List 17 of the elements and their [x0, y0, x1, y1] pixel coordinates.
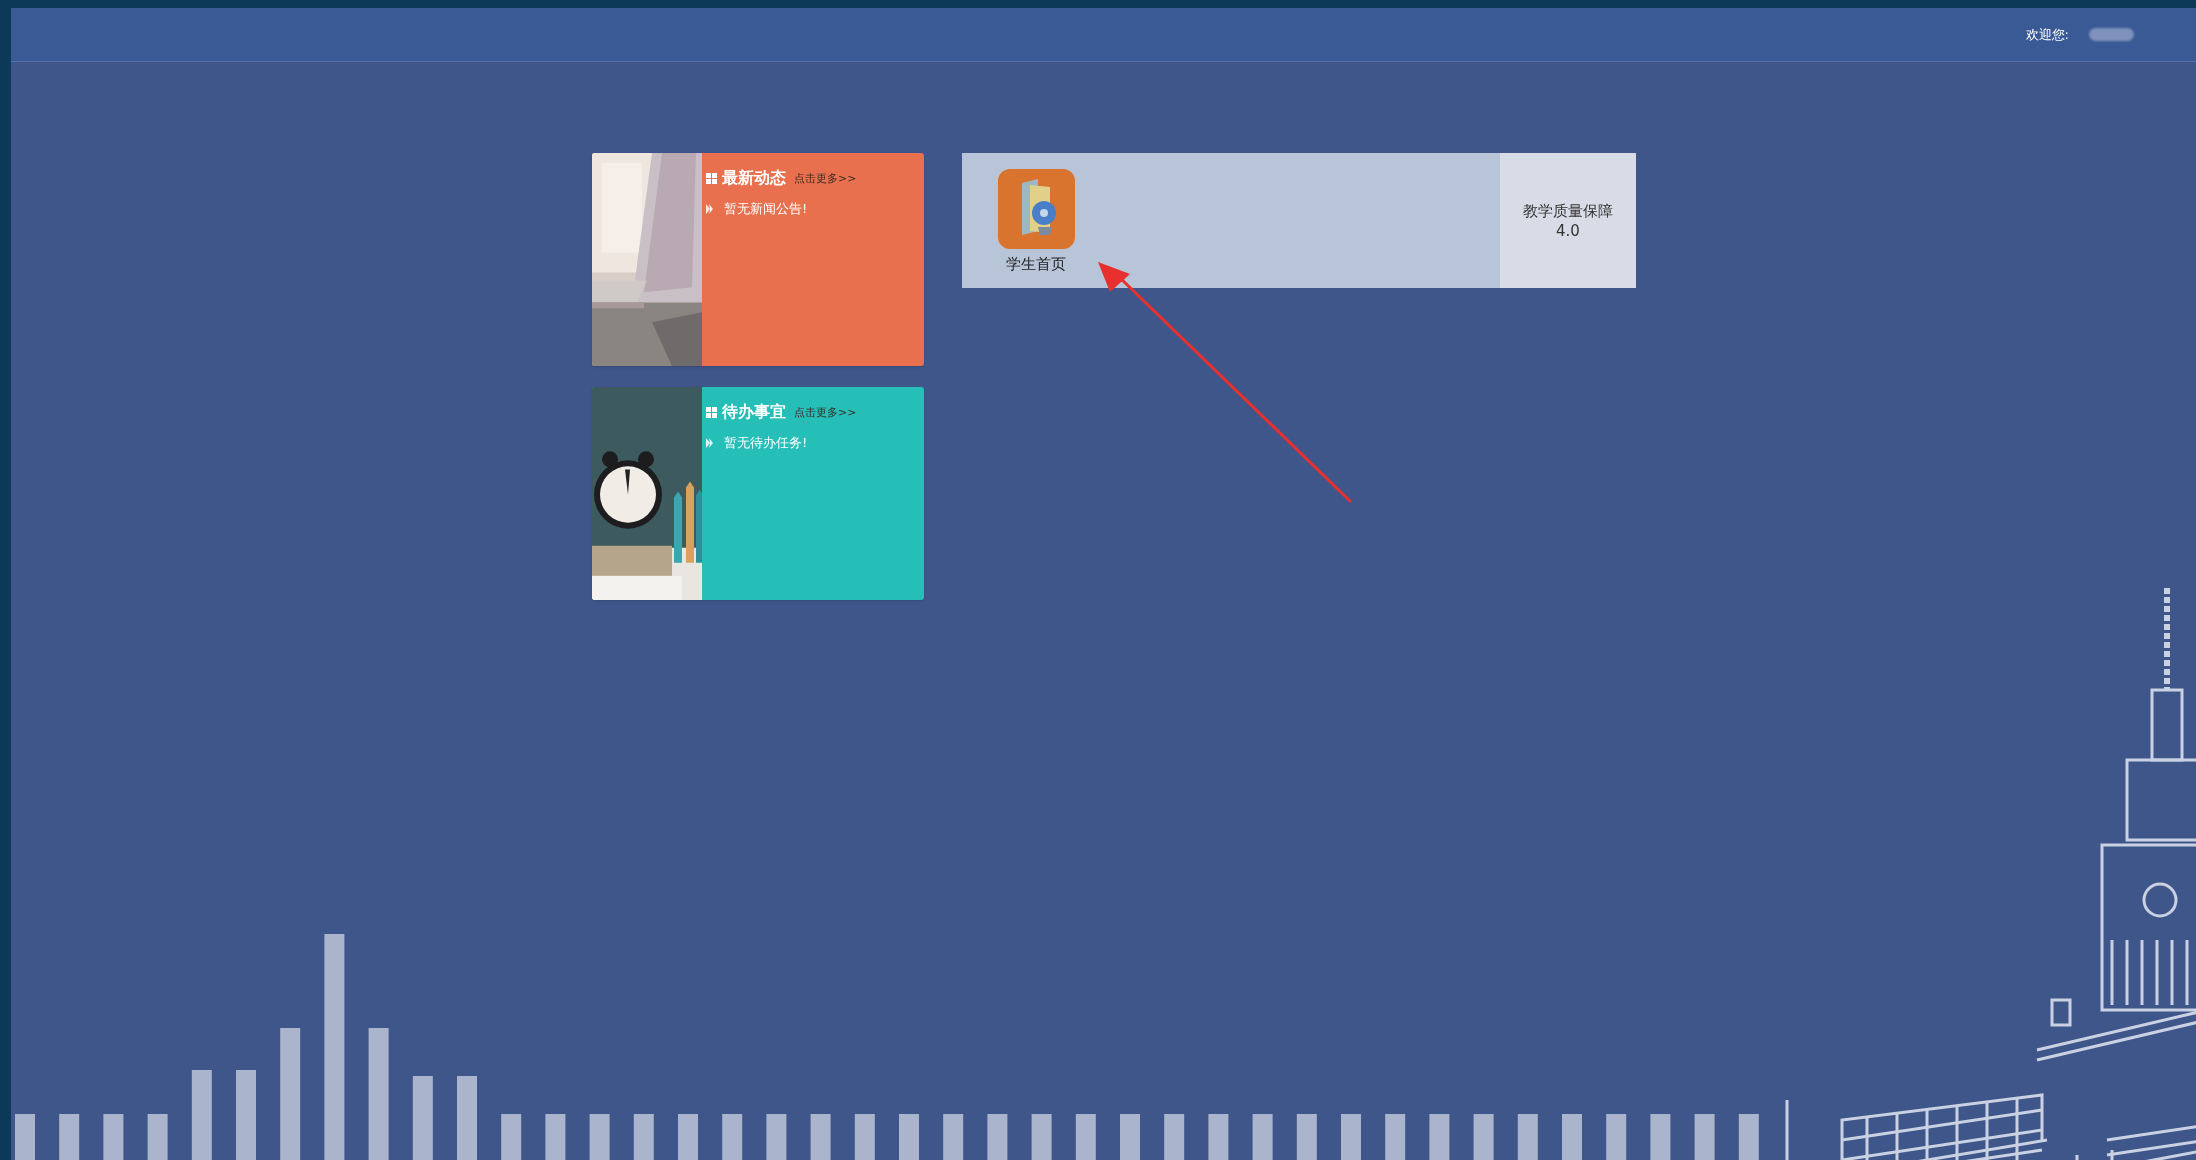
system-title: 教学质量保障 [1523, 200, 1613, 221]
empty-message: 暂无待办任务! [724, 434, 808, 452]
system-tile[interactable]: 教学质量保障 4.0 [1500, 153, 1636, 288]
welcome-label: 欢迎您: [2025, 25, 2069, 44]
more-link[interactable]: 点击更多>> [794, 170, 857, 188]
card-title: 最新动态 [722, 167, 786, 189]
grid-icon [706, 406, 717, 418]
chevron-icon [706, 203, 714, 214]
folder-app-icon[interactable] [997, 169, 1075, 249]
user-name-blur [2089, 28, 2134, 41]
system-version: 4.0 [1556, 220, 1580, 241]
empty-message: 暂无新闻公告! [724, 200, 808, 218]
more-link[interactable]: 点击更多>> [794, 404, 857, 422]
chevron-icon [706, 437, 714, 448]
app-label[interactable]: 学生首页 [1006, 253, 1066, 276]
card-title: 待办事宜 [722, 401, 786, 423]
grid-icon [706, 172, 717, 184]
